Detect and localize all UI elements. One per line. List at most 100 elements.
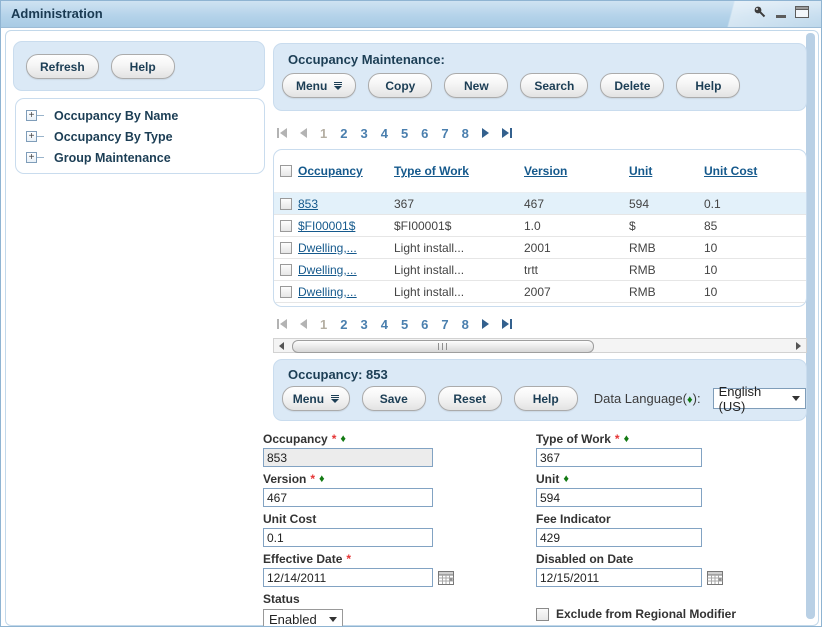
pagination-page-7[interactable]: 7 (441, 317, 448, 332)
copy-button-label: Copy (385, 79, 415, 93)
pagination-page-4[interactable]: 4 (381, 317, 388, 332)
unit-label: Unit (536, 472, 559, 486)
fee-indicator-field-group: Fee Indicator (536, 511, 736, 547)
list-help-button[interactable]: Help (676, 73, 740, 98)
pagination-page-6[interactable]: 6 (421, 317, 428, 332)
tree-item-label: Occupancy By Type (54, 130, 173, 144)
row-checkbox[interactable] (280, 264, 292, 276)
unit-input[interactable] (536, 488, 702, 507)
occupancy-field-group: Occupancy*♦ (263, 431, 454, 467)
pagination-next-button[interactable] (482, 319, 489, 329)
disabled-on-date-input[interactable] (536, 568, 702, 587)
occupancy-table-panel: Occupancy Type of Work Version Unit Unit… (273, 149, 807, 307)
calendar-icon[interactable] (438, 570, 454, 585)
sidebar-item-group-maintenance[interactable]: + Group Maintenance (16, 147, 264, 168)
type-of-work-cell: $FI00001$ (394, 219, 524, 233)
data-language-label: Data Language(♦): (594, 391, 701, 406)
row-checkbox[interactable] (280, 198, 292, 210)
fee-indicator-input[interactable] (536, 528, 702, 547)
list-toolbar-panel: Occupancy Maintenance: Menu Copy New Sea… (273, 43, 807, 111)
language-marker: ♦ (563, 473, 569, 485)
occupancy-link[interactable]: Dwelling,... (298, 285, 394, 299)
effective-date-input[interactable] (263, 568, 433, 587)
sidebar-item-occupancy-by-name[interactable]: + Occupancy By Name (16, 105, 264, 126)
occupancy-input[interactable] (263, 448, 433, 467)
tree-connector (37, 115, 44, 116)
type-of-work-cell: Light install... (394, 241, 524, 255)
form-column-right: Type of Work*♦ Unit♦ Fee Indicator Disab… (536, 431, 736, 621)
type-of-work-input[interactable] (536, 448, 702, 467)
form-column-left: Occupancy*♦ Version*♦ Unit Cost Effectiv… (263, 431, 454, 627)
copy-button[interactable]: Copy (368, 73, 432, 98)
column-header-type-of-work[interactable]: Type of Work (394, 164, 524, 178)
pagination-page-8[interactable]: 8 (462, 317, 469, 332)
select-all-checkbox[interactable] (280, 165, 292, 177)
sidebar-item-occupancy-by-type[interactable]: + Occupancy By Type (16, 126, 264, 147)
pin-icon[interactable] (753, 5, 767, 19)
pagination-page-1: 1 (320, 126, 327, 141)
horizontal-scrollbar[interactable] (273, 338, 807, 353)
scroll-right-arrow[interactable] (791, 339, 806, 352)
detail-help-button[interactable]: Help (514, 386, 578, 411)
minimize-icon[interactable] (776, 15, 786, 18)
search-button[interactable]: Search (520, 73, 588, 98)
pagination-page-5[interactable]: 5 (401, 126, 408, 141)
expand-icon[interactable]: + (26, 152, 37, 163)
detail-menu-button[interactable]: Menu (282, 386, 350, 411)
new-button[interactable]: New (444, 73, 508, 98)
status-select[interactable]: Enabled (263, 609, 343, 627)
unit-cost-input[interactable] (263, 528, 433, 547)
pagination-page-3[interactable]: 3 (360, 317, 367, 332)
pagination-page-5[interactable]: 5 (401, 317, 408, 332)
detail-toolbar-panel: Occupancy: 853 Menu Save Reset Help Data… (273, 359, 807, 421)
save-button[interactable]: Save (362, 386, 426, 411)
pagination-page-7[interactable]: 7 (441, 126, 448, 141)
scroll-left-arrow[interactable] (274, 339, 289, 352)
language-marker: ♦ (319, 473, 325, 485)
column-header-unit-cost[interactable]: Unit Cost (704, 164, 806, 178)
pagination-page-6[interactable]: 6 (421, 126, 428, 141)
table-row[interactable]: 853 367 467 594 0.1 (274, 193, 806, 215)
pagination-page-4[interactable]: 4 (381, 126, 388, 141)
list-menu-button[interactable]: Menu (282, 73, 356, 98)
required-marker: * (346, 552, 351, 566)
occupancy-link[interactable]: Dwelling,... (298, 263, 394, 277)
occupancy-link[interactable]: Dwelling,... (298, 241, 394, 255)
delete-button[interactable]: Delete (600, 73, 664, 98)
table-row[interactable]: $FI00001$ $FI00001$ 1.0 $ 85 (274, 215, 806, 237)
column-header-occupancy[interactable]: Occupancy (298, 164, 394, 178)
data-language-select[interactable]: English (US) (713, 388, 806, 409)
pagination-page-3[interactable]: 3 (360, 126, 367, 141)
maximize-icon[interactable] (795, 6, 809, 18)
expand-icon[interactable]: + (26, 131, 37, 142)
expand-icon[interactable]: + (26, 110, 37, 121)
detail-section-title: Occupancy: 853 (274, 360, 806, 382)
pagination-page-2[interactable]: 2 (340, 126, 347, 141)
table-row[interactable]: Dwelling,... Light install... 2001 RMB 1… (274, 237, 806, 259)
horizontal-scroll-thumb[interactable] (292, 340, 594, 353)
pagination-page-8[interactable]: 8 (462, 126, 469, 141)
version-input[interactable] (263, 488, 433, 507)
row-checkbox[interactable] (280, 286, 292, 298)
row-checkbox[interactable] (280, 242, 292, 254)
table-row[interactable]: Dwelling,... Light install... trtt RMB 1… (274, 259, 806, 281)
calendar-icon[interactable] (707, 570, 723, 585)
pagination-next-button[interactable] (482, 128, 489, 138)
row-checkbox[interactable] (280, 220, 292, 232)
table-row[interactable]: Dwelling,... Light install... 2007 RMB 1… (274, 281, 806, 303)
pagination-page-2[interactable]: 2 (340, 317, 347, 332)
reset-button[interactable]: Reset (438, 386, 502, 411)
column-header-version[interactable]: Version (524, 164, 629, 178)
pagination-last-button[interactable] (502, 128, 512, 138)
column-header-unit[interactable]: Unit (629, 164, 704, 178)
window-titlebar: Administration (1, 1, 821, 28)
occupancy-link[interactable]: 853 (298, 197, 394, 211)
refresh-button[interactable]: Refresh (26, 54, 99, 79)
required-marker: * (332, 432, 337, 446)
pagination-last-button[interactable] (502, 319, 512, 329)
sidebar-help-button[interactable]: Help (111, 54, 175, 79)
vertical-scrollbar[interactable] (806, 33, 815, 619)
occupancy-link[interactable]: $FI00001$ (298, 219, 394, 233)
version-label: Version (263, 472, 306, 486)
exclude-modifier-checkbox[interactable] (536, 608, 549, 621)
